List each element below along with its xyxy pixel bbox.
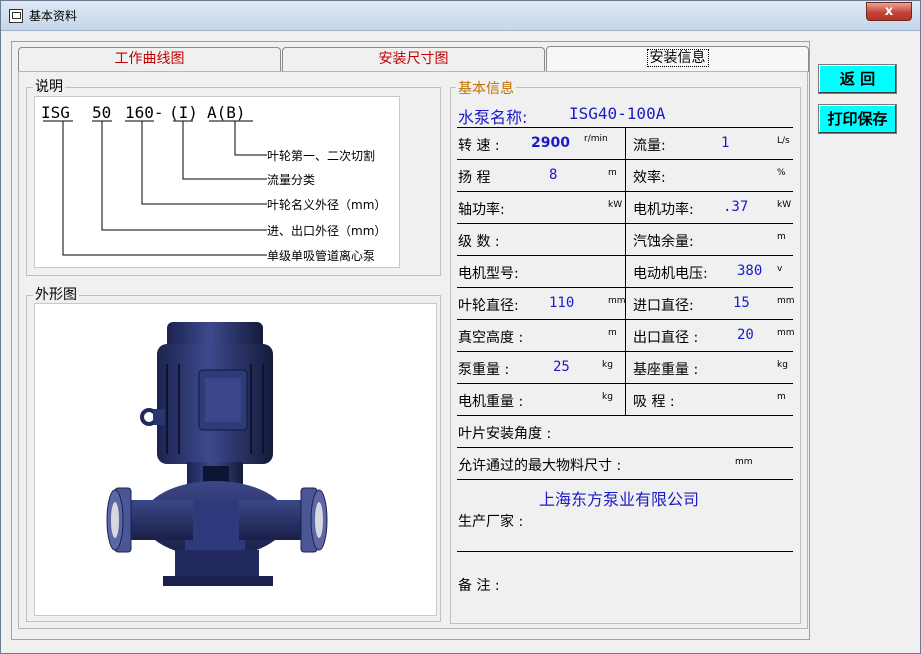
model-part-port: 50 <box>92 103 111 122</box>
print-save-button[interactable]: 打印保存 <box>818 104 897 134</box>
note-impeller-cut: 叶轮第一、二次切割 <box>267 148 375 163</box>
max-particle-unit: mm <box>735 457 753 467</box>
pump-name-value: ISG40-100A <box>569 104 666 123</box>
model-part-cut: A(B) <box>207 103 246 122</box>
outlet-dia-label: 出口直径 : <box>633 330 699 346</box>
pump-image <box>34 303 437 616</box>
model-part-series: ISG <box>41 103 70 122</box>
divider <box>457 551 793 552</box>
flow-unit: L/s <box>777 136 790 146</box>
note-port-dia: 进、出口外径（mm） <box>267 224 386 238</box>
motor-power-value: .37 <box>723 199 749 215</box>
note-impeller-dia: 叶轮名义外径（mm） <box>267 197 386 212</box>
appearance-group-label: 外形图 <box>33 287 79 303</box>
pump-weight-label: 泵重量 : <box>458 362 510 378</box>
pump-weight-unit: kg <box>602 360 613 370</box>
motor-power-label: 电机功率: <box>633 202 694 218</box>
motor-voltage-unit: v <box>777 264 783 274</box>
pump-weight-value: 25 <box>553 359 570 375</box>
outlet-dia-unit: mm <box>777 328 795 338</box>
blade-angle-label: 叶片安装角度 : <box>458 426 552 442</box>
model-part-flow-class: (I) <box>169 103 198 122</box>
manufacturer-label: 生产厂家 : <box>458 514 524 530</box>
close-button[interactable]: x <box>866 2 912 21</box>
max-particle-label: 允许通过的最大物料尺寸 : <box>458 458 622 474</box>
npsh-unit: m <box>777 232 786 242</box>
note-pump-type: 单级单吸管道离心泵 <box>267 248 375 263</box>
inlet-dia-value: 15 <box>733 295 750 311</box>
motor-voltage-label: 电动机电压: <box>633 266 708 282</box>
motor-voltage-value: 380 <box>737 263 763 279</box>
efficiency-unit: % <box>777 168 786 178</box>
remarks-label: 备 注 : <box>458 578 500 594</box>
vacuum-height-label: 真空高度 : <box>458 330 524 346</box>
note-flow-class: 流量分类 <box>267 173 315 187</box>
head-label: 扬 程 <box>458 170 491 186</box>
model-code-svg: ISG 50 160- (I) A(B) 叶轮第一、二次切割 流量分类 叶轮名义… <box>41 103 386 263</box>
title-bar[interactable]: 基本资料 x <box>1 1 920 31</box>
pump-illustration <box>106 322 328 586</box>
tab-install-dimensions[interactable]: 安装尺寸图 <box>282 47 545 71</box>
window-title: 基本资料 <box>29 9 78 23</box>
model-part-impeller: 160- <box>125 103 164 122</box>
shaft-power-unit: kW <box>608 200 623 210</box>
motor-weight-label: 电机重量 : <box>458 394 524 410</box>
impeller-dia-label: 叶轮直径: <box>458 298 519 314</box>
flow-label: 流量: <box>633 138 666 154</box>
app-icon <box>9 9 23 23</box>
flow-value: 1 <box>721 135 730 151</box>
tab-work-curve[interactable]: 工作曲线图 <box>18 47 281 71</box>
motor-weight-unit: kg <box>602 392 613 402</box>
inlet-dia-unit: mm <box>777 296 795 306</box>
pump-name-label: 水泵名称: <box>458 108 528 127</box>
motor-model-label: 电机型号: <box>458 266 519 282</box>
outlet-dia-value: 20 <box>737 327 754 343</box>
vacuum-height-unit: m <box>608 328 617 338</box>
speed-label: 转 速 : <box>458 138 500 154</box>
impeller-dia-value: 110 <box>549 295 575 311</box>
column-divider <box>625 127 626 415</box>
shaft-power-label: 轴功率: <box>458 202 505 218</box>
tab-install-info[interactable]: 安装信息 <box>546 46 809 72</box>
stages-label: 级 数 : <box>458 234 500 250</box>
tab-install-info-label: 安装信息 <box>646 49 709 67</box>
window: 基本资料 x 工作曲线图 安装尺寸图 安装信息 说明 ISG 50 160- (… <box>0 0 921 654</box>
suction-unit: m <box>777 392 786 402</box>
head-unit: m <box>608 168 617 178</box>
base-weight-label: 基座重量 : <box>633 362 699 378</box>
base-weight-unit: kg <box>777 360 788 370</box>
speed-value: 2900 <box>531 135 570 151</box>
model-code-diagram: ISG 50 160- (I) A(B) 叶轮第一、二次切割 流量分类 叶轮名义… <box>34 96 400 268</box>
efficiency-label: 效率: <box>633 170 666 186</box>
speed-unit: r/min <box>584 134 608 144</box>
npsh-label: 汽蚀余量: <box>633 234 694 250</box>
divider <box>457 479 793 480</box>
description-group-label: 说明 <box>33 79 65 95</box>
divider <box>457 415 793 416</box>
suction-label: 吸 程 : <box>633 394 675 410</box>
head-value: 8 <box>549 167 558 183</box>
back-button[interactable]: 返 回 <box>818 64 897 94</box>
impeller-dia-unit: mm <box>608 296 626 306</box>
inlet-dia-label: 进口直径: <box>633 298 694 314</box>
divider <box>457 447 793 448</box>
manufacturer-value: 上海东方泵业有限公司 <box>539 490 700 509</box>
basic-info-group-label: 基本信息 <box>456 78 516 98</box>
motor-power-unit: kW <box>777 200 792 210</box>
